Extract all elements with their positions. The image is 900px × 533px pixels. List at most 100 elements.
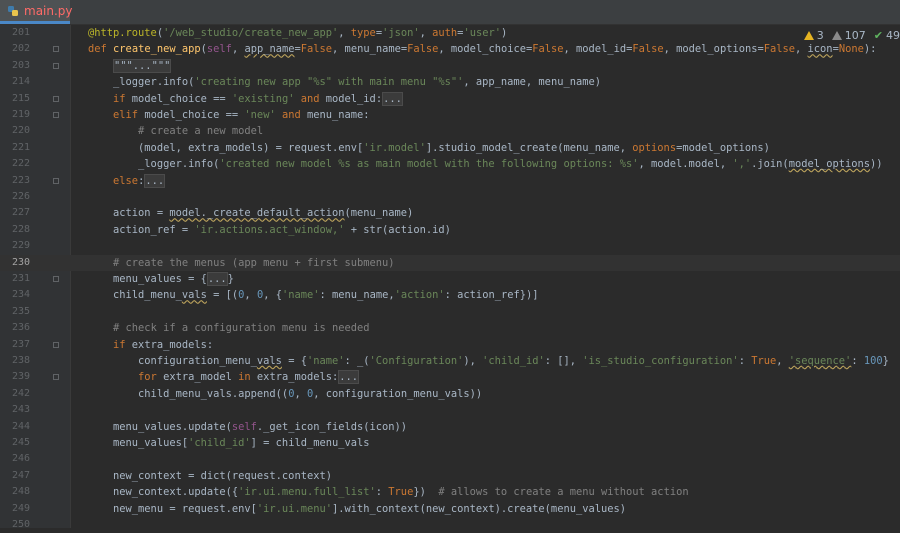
code-line[interactable]: 244 menu_values.update(self._get_icon_fi…	[0, 419, 900, 435]
code-line[interactable]: 203 """..."""	[0, 58, 900, 74]
code-line[interactable]: 235	[0, 304, 900, 320]
code-text[interactable]: child_menu_vals = [(0, 0, {'name': menu_…	[88, 287, 538, 303]
tab-filename: main.py	[24, 4, 73, 18]
code-line[interactable]: 215 if model_choice == 'existing' and mo…	[0, 91, 900, 107]
line-number: 239	[11, 371, 30, 383]
code-text[interactable]: if extra_models:	[88, 337, 213, 353]
line-number: 246	[11, 453, 30, 465]
code-line[interactable]: 214 _logger.info('creating new app "%s" …	[0, 74, 900, 90]
code-line[interactable]: 237 if extra_models:	[0, 337, 900, 353]
code-text[interactable]: new_menu = request.env['ir.ui.menu'].wit…	[88, 501, 626, 517]
code-line[interactable]: 227 action = model._create_default_actio…	[0, 205, 900, 221]
line-number: 235	[11, 305, 30, 317]
line-number: 237	[11, 338, 30, 350]
code-line[interactable]: 245 menu_values['child_id'] = child_menu…	[0, 435, 900, 451]
code-line[interactable]: 250	[0, 517, 900, 533]
code-line[interactable]: 221 (model, extra_models) = request.env[…	[0, 140, 900, 156]
line-number: 221	[11, 141, 30, 153]
code-text[interactable]: # create the menus (app menu + first sub…	[88, 255, 395, 271]
fold-marker-icon[interactable]	[53, 177, 59, 184]
line-number: 203	[11, 59, 30, 71]
line-number: 245	[11, 437, 30, 448]
code-line[interactable]: 223 else:...	[0, 173, 900, 189]
code-text[interactable]: def create_new_app(self, app_name=False,…	[88, 41, 876, 57]
code-text[interactable]: """..."""	[88, 58, 172, 74]
code-line[interactable]: 228 action_ref = 'ir.actions.act_window,…	[0, 222, 900, 238]
code-line[interactable]: 226	[0, 189, 900, 205]
code-text[interactable]: menu_values = {...}	[88, 271, 234, 287]
code-editor[interactable]: 201 @http.route('/web_studio/create_new_a…	[0, 25, 900, 530]
code-line[interactable]: 249 new_menu = request.env['ir.ui.menu']…	[0, 501, 900, 517]
line-number: 215	[11, 92, 30, 104]
fold-marker-icon[interactable]	[53, 46, 59, 53]
code-text[interactable]: _logger.info('created new model %s as ma…	[88, 156, 883, 172]
code-text[interactable]: new_context.update({'ir.ui.menu.full_lis…	[88, 484, 689, 500]
line-number: 219	[11, 109, 30, 120]
line-number: 243	[11, 404, 30, 416]
line-number: 230	[11, 256, 30, 268]
python-file-icon	[8, 6, 18, 16]
code-line[interactable]: 248 new_context.update({'ir.ui.menu.full…	[0, 484, 900, 500]
code-text[interactable]: menu_values.update(self._get_icon_fields…	[88, 419, 407, 435]
line-number: 242	[11, 387, 30, 399]
code-text[interactable]: _logger.info('creating new app "%s" with…	[88, 74, 601, 90]
code-line[interactable]: 222 _logger.info('created new model %s a…	[0, 156, 900, 172]
code-text[interactable]: # check if a configuration menu is neede…	[88, 320, 369, 336]
code-line[interactable]: 234 child_menu_vals = [(0, 0, {'name': m…	[0, 287, 900, 303]
fold-marker-icon[interactable]	[53, 62, 59, 69]
code-line[interactable]: 247 new_context = dict(request.context)	[0, 468, 900, 484]
line-number: 244	[11, 420, 30, 432]
line-number: 220	[11, 125, 30, 137]
code-text[interactable]: action_ref = 'ir.actions.act_window,' + …	[88, 222, 451, 238]
fold-marker-icon[interactable]	[53, 341, 59, 348]
line-number: 223	[11, 174, 30, 186]
code-line[interactable]: 220 # create a new model	[0, 123, 900, 139]
line-number: 247	[11, 469, 30, 481]
code-text[interactable]: else:...	[88, 173, 166, 189]
code-text[interactable]: elif model_choice == 'new' and menu_name…	[88, 107, 370, 123]
code-text[interactable]: configuration_menu_vals = {'name': _('Co…	[88, 353, 889, 369]
code-line[interactable]: 239 for extra_model in extra_models:...	[0, 369, 900, 385]
code-text[interactable]: # create a new model	[88, 123, 263, 139]
code-text[interactable]: menu_values['child_id'] = child_menu_val…	[88, 435, 370, 451]
line-number: 214	[11, 76, 30, 88]
code-line[interactable]: 243	[0, 402, 900, 418]
line-number: 228	[11, 223, 30, 235]
code-text[interactable]: if model_choice == 'existing' and model_…	[88, 91, 403, 107]
code-text[interactable]: new_context = dict(request.context)	[88, 468, 332, 484]
line-number: 227	[11, 207, 30, 219]
code-line[interactable]: 230 # create the menus (app menu + first…	[0, 254, 900, 271]
line-number: 250	[11, 519, 30, 530]
code-line[interactable]: 246	[0, 451, 900, 467]
code-line[interactable]: 238 configuration_menu_vals = {'name': _…	[0, 353, 900, 369]
line-number: 229	[11, 240, 30, 252]
line-number: 231	[11, 273, 30, 284]
code-line[interactable]: 242 child_menu_vals.append((0, 0, config…	[0, 386, 900, 402]
fold-marker-icon[interactable]	[53, 112, 59, 118]
code-text[interactable]: child_menu_vals.append((0, 0, configurat…	[88, 386, 482, 402]
code-line[interactable]: 202 def create_new_app(self, app_name=Fal…	[0, 41, 900, 57]
line-number: 249	[11, 502, 30, 514]
code-line[interactable]: 219 elif model_choice == 'new' and menu_…	[0, 107, 900, 123]
line-number: 222	[11, 158, 30, 170]
fold-marker-icon[interactable]	[53, 95, 59, 102]
code-line[interactable]: 201 @http.route('/web_studio/create_new_a…	[0, 25, 900, 41]
code-line[interactable]: 231 menu_values = {...}	[0, 271, 900, 287]
code-text[interactable]: action = model._create_default_action(me…	[88, 205, 413, 221]
code-text[interactable]: @http.route('/web_studio/create_new_app'…	[88, 25, 507, 41]
line-number: 248	[11, 486, 30, 498]
line-number: 238	[11, 355, 30, 366]
line-number: 234	[11, 289, 30, 301]
code-text[interactable]: for extra_model in extra_models:...	[88, 369, 360, 385]
line-number: 202	[11, 43, 30, 55]
line-number: 236	[11, 322, 30, 334]
line-number: 226	[11, 191, 30, 202]
line-number: 201	[11, 27, 30, 38]
editor-tab-bar: main.py	[0, 0, 900, 25]
fold-marker-icon[interactable]	[53, 276, 59, 282]
code-line[interactable]: 229	[0, 238, 900, 254]
tab-main-py[interactable]: main.py	[0, 0, 73, 24]
code-text[interactable]: (model, extra_models) = request.env['ir.…	[88, 140, 770, 156]
fold-marker-icon[interactable]	[53, 374, 59, 381]
code-line[interactable]: 236 # check if a configuration menu is n…	[0, 320, 900, 336]
